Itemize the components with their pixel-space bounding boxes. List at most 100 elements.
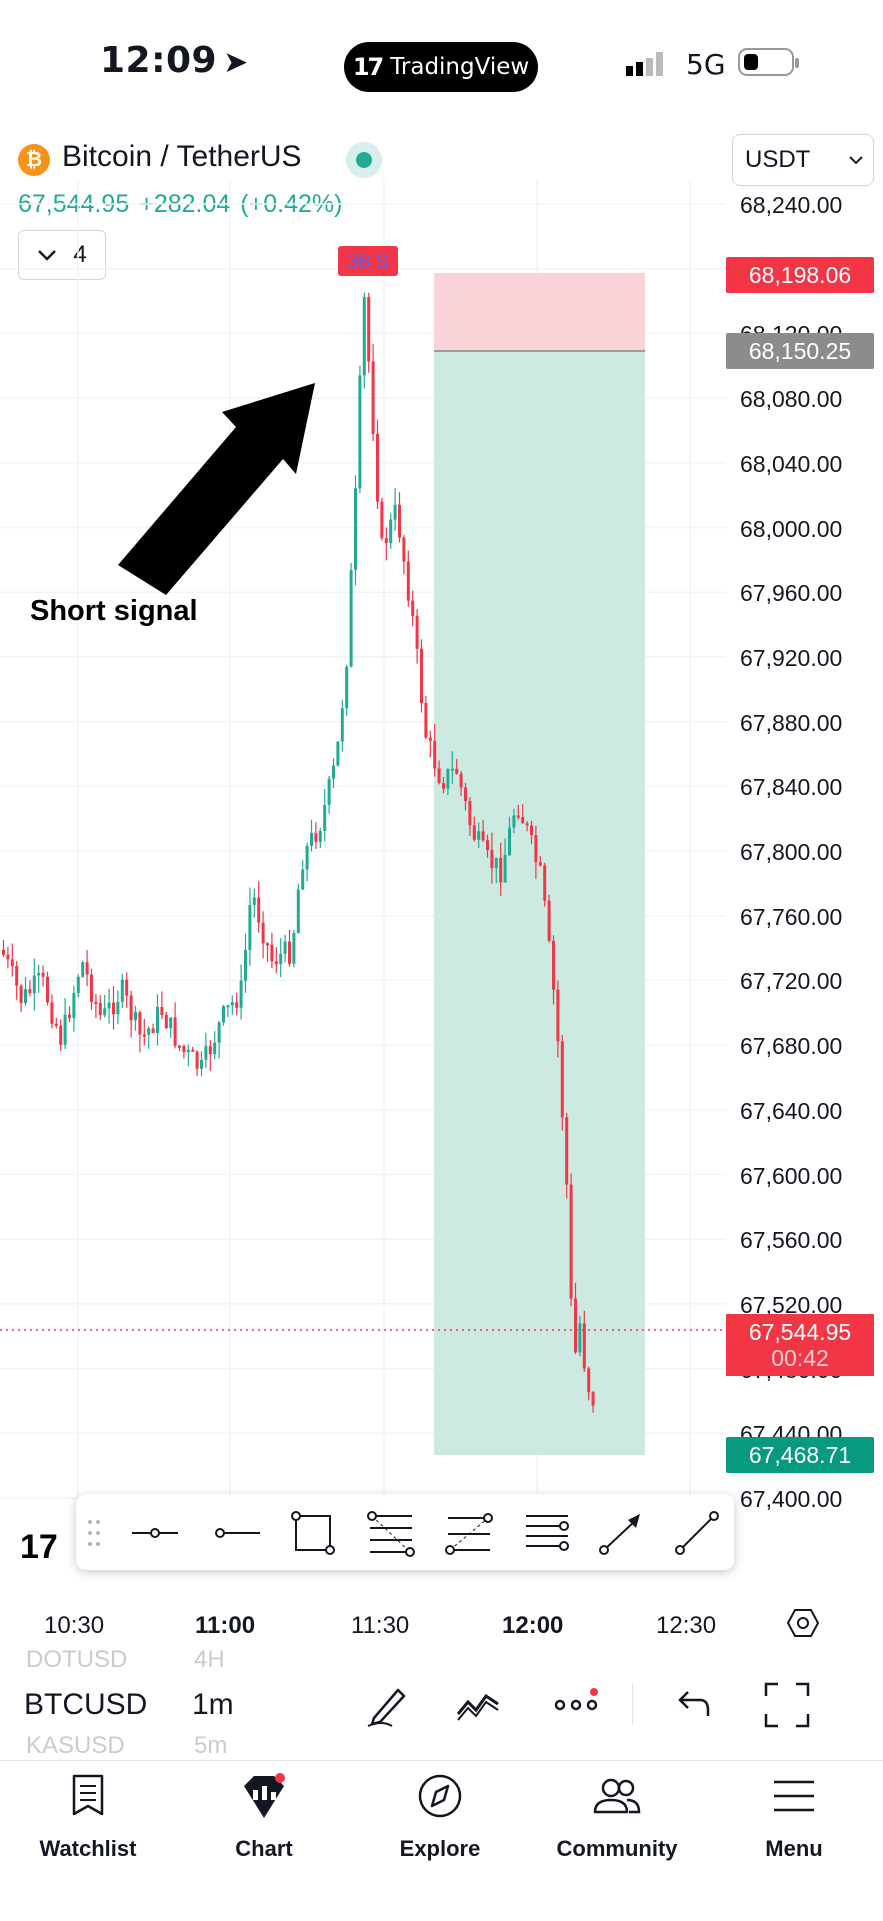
candle-body [552,940,555,990]
pair-title[interactable]: Bitcoin / TetherUS [62,140,302,174]
candle-body [530,825,533,836]
interval-picker-next[interactable]: 5m [194,1732,227,1760]
drawing-pen-icon[interactable] [362,1680,412,1730]
horizontal-line-tool-icon[interactable] [130,1508,180,1558]
short-signal-annotation[interactable]: Short signal [30,595,198,627]
candle-body [314,833,318,842]
fib-retracement-tool-icon[interactable] [366,1508,416,1558]
tab-chart[interactable]: Chart [184,1770,344,1862]
price-tick: 67,840.00 [740,774,843,801]
tradingview-pill-label: TradingView [390,54,530,80]
time-tick: 10:30 [44,1612,105,1639]
undo-icon[interactable] [666,1680,716,1730]
candle-body [455,768,459,774]
candle-body [565,1117,569,1185]
candle-body [569,1184,573,1299]
candle-body [239,980,243,1008]
candle-body [292,932,296,964]
candle-body [574,1298,577,1353]
take-profit-label: 67,468.71 [726,1437,874,1473]
toolbar-divider [632,1684,633,1724]
arrow-tool-icon[interactable] [596,1508,646,1558]
candle-body [349,570,353,667]
tab-label: Community [556,1836,678,1861]
tradingview-pill[interactable]: 17 TradingView [344,42,538,92]
candle-body [323,805,327,831]
candle-body [178,1045,181,1048]
candle-body [204,1046,208,1060]
candle-body [208,1046,212,1055]
take-profit-zone[interactable] [434,351,645,1455]
candle-body [358,375,362,489]
candle-body [327,778,331,806]
symbol-picker-next[interactable]: KASUSD [26,1732,125,1760]
fib-extension-tool-icon[interactable] [444,1508,494,1558]
candle-body [186,1049,190,1053]
annotation-arrow-icon[interactable] [118,383,315,595]
indicators-icon[interactable] [454,1680,504,1730]
candle-body [200,1059,203,1069]
tab-explore[interactable]: Explore [360,1770,520,1862]
drawing-toolbar[interactable] [76,1494,734,1570]
interval-selector[interactable]: 1m [192,1688,234,1722]
fullscreen-icon[interactable] [762,1680,812,1730]
candle-body [477,831,481,840]
rectangle-tool-icon[interactable] [288,1508,338,1558]
horizontal-ray-tool-icon[interactable] [212,1508,262,1558]
candle-body [305,845,309,870]
time-tick: 12:00 [502,1612,564,1639]
symbol-selector[interactable]: BTCUSD [24,1688,147,1722]
bitcoin-coin-icon: ₿ [18,144,50,176]
candle-body [521,817,525,824]
price-chart[interactable]: 3B S Short signal [0,180,726,1500]
candle-body [288,941,291,964]
candle-body [472,825,476,840]
current-price-label: 67,544.95 00:42 [726,1314,874,1376]
stop-loss-label: 68,198.06 [726,257,874,293]
tab-community[interactable]: Community [537,1770,697,1862]
candle-body [450,768,454,771]
candle-body [248,904,252,950]
candle-body [41,972,45,977]
candle-body [437,768,441,784]
candle-body [244,949,247,981]
market-open-status-icon[interactable] [346,142,382,178]
candle-body [415,616,419,649]
candle-body [257,897,261,923]
candle-body [534,835,538,863]
candle-body [354,488,357,571]
candle-body [134,1012,137,1021]
candle-body [270,944,274,962]
trend-line-tool-icon[interactable] [672,1508,722,1558]
candle-body [279,953,283,965]
candle-body [459,773,463,788]
candle-body [499,857,503,883]
candle-body [94,1001,98,1004]
candle-body [516,815,520,818]
drag-handle-icon[interactable] [86,1508,102,1558]
time-tick: 11:00 [195,1612,256,1639]
candle-body [72,993,76,1018]
parallel-channel-tool-icon[interactable] [522,1508,572,1558]
candle-body [138,1012,142,1035]
tab-menu[interactable]: Menu [714,1770,874,1862]
time-tick: 11:30 [351,1612,410,1639]
chart-settings-icon[interactable] [786,1606,820,1640]
candle-body [19,985,23,1004]
candle-body [538,862,542,866]
more-options-icon[interactable] [552,1680,602,1730]
currency-value: USDT [745,146,811,173]
currency-select[interactable]: USDT [732,134,874,186]
candle-body [160,1007,164,1015]
interval-picker-prev[interactable]: 4H [194,1646,225,1674]
candle-body [464,787,467,802]
candle-body [54,1023,58,1026]
candle-body [384,538,388,544]
stop-loss-zone[interactable] [434,273,645,351]
candle-body [411,600,415,617]
tab-watchlist[interactable]: Watchlist [8,1770,168,1862]
community-icon [593,1778,641,1814]
price-tick: 67,920.00 [740,644,843,671]
candle-body [217,1022,221,1043]
symbol-picker-prev[interactable]: DOTUSD [26,1646,127,1674]
